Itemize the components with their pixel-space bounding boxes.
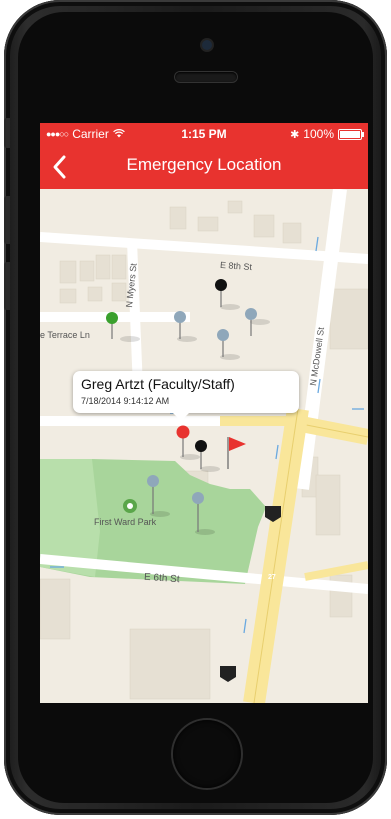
battery-percent: 100% bbox=[303, 127, 334, 141]
front-camera bbox=[202, 40, 212, 50]
battery-icon bbox=[338, 128, 364, 140]
home-button[interactable] bbox=[173, 720, 241, 788]
route-shield-label: 27 bbox=[268, 574, 276, 581]
bluetooth-icon: ✱ bbox=[290, 128, 300, 141]
callout-timestamp: 7/18/2014 9:14:12 AM bbox=[81, 396, 170, 406]
status-bar: ●●●○○ Carrier 1:15 PM ✱ 100% bbox=[40, 123, 368, 145]
volume-up-button bbox=[4, 196, 10, 244]
park-label: First Ward Park bbox=[94, 517, 157, 527]
volume-down-button bbox=[4, 262, 10, 310]
phone-screen: ●●●○○ Carrier 1:15 PM ✱ 100% Emergency L… bbox=[40, 123, 368, 703]
street-label-e-8th: E 8th St bbox=[219, 259, 253, 273]
map-view[interactable]: E 8th St N Myers St e Terrace Ln N McDow… bbox=[40, 189, 368, 703]
earpiece-speaker bbox=[175, 72, 237, 82]
page-title: Emergency Location bbox=[126, 155, 282, 174]
mute-switch bbox=[4, 118, 10, 148]
battery-fill bbox=[340, 130, 360, 138]
street-label-terrace-ln: e Terrace Ln bbox=[40, 330, 90, 340]
callout-title: Greg Artzt (Faculty/Staff) bbox=[81, 376, 235, 392]
location-callout[interactable]: Greg Artzt (Faculty/Staff) 7/18/2014 9:1… bbox=[73, 371, 299, 421]
navigation-bar: Emergency Location bbox=[40, 145, 368, 189]
